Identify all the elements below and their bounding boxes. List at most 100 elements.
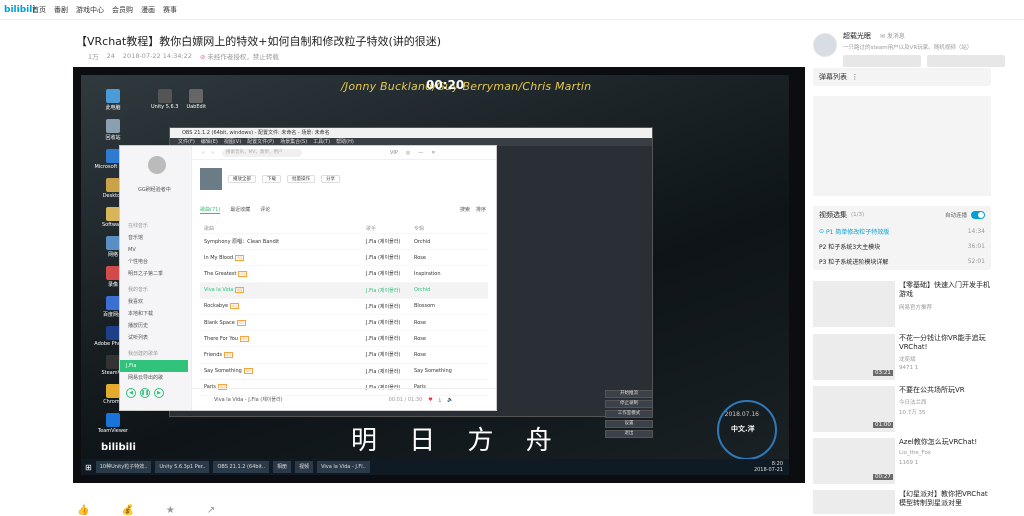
video-player[interactable]: /Jonny Buckland/Guy Berryman/Chris Marti… <box>73 67 805 483</box>
sidebar-item[interactable]: 个性电台 <box>128 256 188 268</box>
taskbar-item[interactable]: Viva la Vida - J.Fl.. <box>317 461 370 473</box>
forward-icon[interactable]: › <box>212 150 214 156</box>
nav-manga[interactable]: 漫画 <box>141 5 155 15</box>
sidebar-item[interactable]: 明日之子第二季 <box>128 268 188 280</box>
episode-item[interactable]: P2 粒子系统3大主模块 36:01 <box>813 239 991 254</box>
nav-home[interactable]: 首页 <box>32 5 46 15</box>
rec-author[interactable]: 网易官方推荐 <box>899 303 932 311</box>
recommended-video[interactable]: 【幻星派对】教你把VRChat模型转制到星派对里 <box>813 490 993 514</box>
tab-recent[interactable]: 最近收藏 <box>230 206 250 214</box>
table-row[interactable]: Blank Space SQ J.Fla (제이플라) Rose <box>200 315 488 332</box>
obs-title: OBS 21.1.2 (64bit, windows) - 配置文件: 未命名 … <box>170 128 652 138</box>
obs-controls: 开始推流 停止录制 工作室模式 设置 退出 <box>605 390 653 440</box>
sidebar-item-active[interactable]: J.Fla <box>120 360 188 372</box>
user-avatar[interactable] <box>148 156 166 174</box>
sidebar-item[interactable]: 试听列表 <box>128 332 188 344</box>
table-row[interactable]: Friends SQ J.Fla (제이플라) Rose <box>200 347 488 364</box>
uploader-name[interactable]: 超载光眠 <box>843 31 871 41</box>
send-message-link[interactable]: ✉ 发消息 <box>880 31 905 40</box>
taskbar-item[interactable]: OBS 21.1.2 (64bit.. <box>213 461 270 473</box>
like-video-icon[interactable]: 👍 <box>77 505 89 516</box>
tab-songs[interactable]: 歌曲(71) <box>200 206 221 214</box>
sort-button[interactable]: 排序 <box>476 206 486 213</box>
obs-stop-record-button[interactable]: 停止录制 <box>605 400 653 408</box>
uploader-avatar[interactable] <box>813 33 837 57</box>
recommended-video[interactable]: 03:21 不花一分钱让你VR能手追玩VRChat! 沈奕斌 9471 1 <box>813 334 993 380</box>
taskbar-item[interactable]: 10种Unity粒子特效.. <box>95 461 152 473</box>
rec-thumbnail[interactable] <box>813 281 895 327</box>
table-row-playing[interactable]: Viva la Vida SQ J.Fla (제이플라) Orchid <box>200 282 488 299</box>
sidebar-item[interactable]: 音乐馆 <box>128 232 188 244</box>
nav-anime[interactable]: 番剧 <box>54 5 68 15</box>
recommended-video[interactable]: 00:27 Azel教你怎么玩VRChat! Lio_the_Fox 1169 … <box>813 438 993 484</box>
nav-shop[interactable]: 会员购 <box>112 5 133 15</box>
rec-title[interactable]: 【幻星派对】教你把VRChat模型转制到星派对里 <box>899 490 993 508</box>
skin-icon[interactable]: ◎ <box>406 150 410 156</box>
download-button[interactable]: 下载 <box>262 175 281 183</box>
sidebar-item[interactable]: MV <box>128 244 188 256</box>
desktop-top-icons: Unity 5.6.3 UabEdit <box>151 89 206 118</box>
bilibili-logo[interactable]: bilibili <box>4 3 35 17</box>
obs-studio-mode-button[interactable]: 工作室模式 <box>605 410 653 418</box>
nav-esports[interactable]: 赛事 <box>163 5 177 15</box>
pause-icon[interactable]: ❚❚ <box>140 388 150 398</box>
download-icon[interactable]: ⤓ <box>439 397 441 403</box>
episode-item-current[interactable]: ⊙ P1 简单修改粒子特效版 14:34 <box>813 224 991 239</box>
sidebar-item[interactable]: 播放历史 <box>128 320 188 332</box>
search-button[interactable]: 搜索 <box>460 206 470 213</box>
rec-author[interactable]: Lio_the_Fox <box>899 450 931 456</box>
obs-exit-button[interactable]: 退出 <box>605 430 653 438</box>
table-row[interactable]: Say Something SQ J.Fla (제이플라) Say Something <box>200 364 488 380</box>
episode-item[interactable]: P3 粒子系统进阶模块详解 52:01 <box>813 254 991 269</box>
recommended-video[interactable]: 【零基础】快速入门开发手机游戏 网易官方推荐 <box>813 281 993 327</box>
follow-button[interactable] <box>927 55 1005 67</box>
sidebar-header: 我创建的歌单 <box>128 351 159 357</box>
rec-title[interactable]: Azel教你怎么玩VRChat! <box>899 438 993 447</box>
minimize-icon[interactable]: — <box>418 150 423 156</box>
song-album: Orchid <box>414 287 431 294</box>
danmaku-list-toggle[interactable]: 弹幕列表 ⋮ <box>813 68 991 86</box>
episode-label: P1 简单修改粒子特效版 <box>825 229 890 236</box>
rec-thumbnail[interactable] <box>813 490 895 514</box>
rec-title[interactable]: 不花一分钱让你VR能手追玩VRChat! <box>899 334 993 352</box>
charge-button[interactable] <box>843 55 921 67</box>
volume-icon[interactable]: 🔈 <box>447 397 453 403</box>
vip-label[interactable]: VIP <box>390 150 398 156</box>
sidebar-item[interactable]: 网易云导出的歌 <box>128 372 188 384</box>
sidebar-item[interactable]: 本地和下载 <box>128 308 188 320</box>
table-row[interactable]: The Greatest SQ J.Fla (제이플라) Inspiration <box>200 266 488 283</box>
close-icon[interactable]: ✕ <box>431 150 435 156</box>
rec-title[interactable]: 不要在公共场所玩VR <box>899 386 993 395</box>
sidebar-item[interactable]: 我喜欢 <box>128 296 188 308</box>
taskbar-item[interactable]: 相册 <box>273 461 292 473</box>
table-row[interactable]: In My Blood SQ J.Fla (제이플라) Rose <box>200 250 488 267</box>
windows-start-icon[interactable]: ⊞ <box>85 463 92 472</box>
obs-start-stream-button[interactable]: 开始推流 <box>605 390 653 398</box>
favorite-icon[interactable]: ★ <box>166 505 175 516</box>
rec-title[interactable]: 【零基础】快速入门开发手机游戏 <box>899 281 993 299</box>
obs-settings-button[interactable]: 设置 <box>605 420 653 428</box>
ad-banner[interactable] <box>813 96 991 196</box>
prev-icon[interactable]: ◀ <box>126 388 136 398</box>
table-row[interactable]: Rockabye SQ J.Fla (제이플라) Blossom <box>200 299 488 315</box>
tab-comments[interactable]: 评论 <box>260 206 270 214</box>
recommended-video[interactable]: 01:00 不要在公共场所玩VR 今日法兰西 10.7万 35 <box>813 386 993 432</box>
next-icon[interactable]: ▶ <box>154 388 164 398</box>
table-row[interactable]: Symphony 原唱：Clean Bandit J.Fla (제이플라) Orch… <box>200 234 488 251</box>
share-video-icon[interactable]: ↗ <box>207 505 215 516</box>
back-icon[interactable]: ‹ <box>202 150 204 156</box>
table-row[interactable]: There For You SQ J.Fla (제이플라) Rose <box>200 331 488 348</box>
song-artist: J.Fla (제이플라) <box>366 239 401 246</box>
rec-author[interactable]: 沈奕斌 <box>899 355 916 363</box>
rec-author[interactable]: 今日法兰西 <box>899 398 927 406</box>
coin-icon[interactable]: 💰 <box>121 505 133 516</box>
taskbar-item[interactable]: 视频 <box>295 461 314 473</box>
autoplay-toggle[interactable] <box>971 211 985 219</box>
play-all-button[interactable]: 播放全部 <box>228 175 256 183</box>
batch-button[interactable]: 批量操作 <box>287 175 315 183</box>
nav-game-center[interactable]: 游戏中心 <box>76 5 104 15</box>
share-button[interactable]: 分享 <box>321 175 340 183</box>
like-icon[interactable]: ♥ <box>428 397 432 403</box>
music-search-input[interactable]: 搜索音乐，MV，歌单，用户 <box>222 148 302 157</box>
taskbar-item[interactable]: Unity 5.6.3p1 Per.. <box>155 461 210 473</box>
